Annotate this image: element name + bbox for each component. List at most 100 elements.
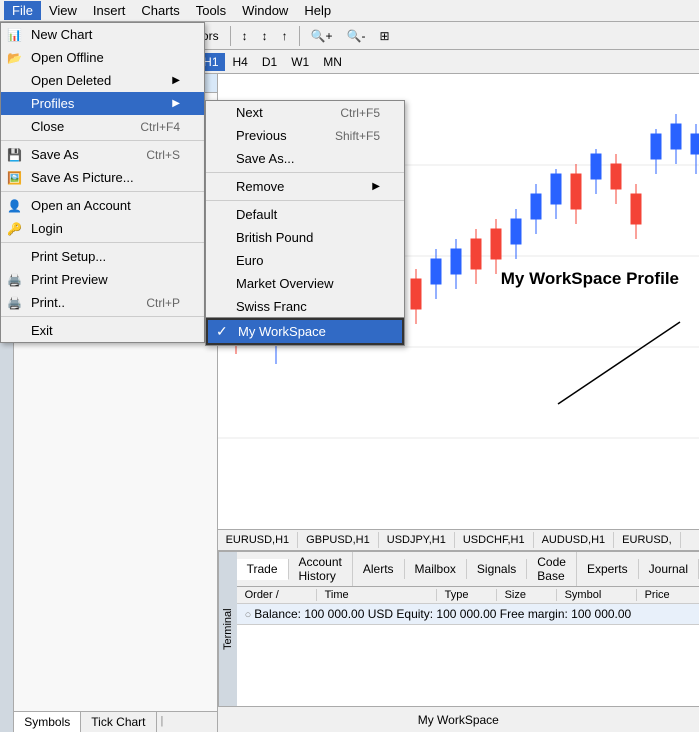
profiles-remove[interactable]: Remove ▶ [206,175,404,198]
terminal-tab-signals[interactable]: Signals [467,559,527,579]
menu-save-as-picture[interactable]: 🖼️ Save As Picture... [1,166,204,189]
open-offline-icon: 📂 [7,51,22,65]
login-icon: 🔑 [7,222,22,236]
col-size: Size [497,589,557,601]
new-chart-icon: 📊 [7,28,22,42]
menu-open-offline[interactable]: 📂 Open Offline [1,46,204,69]
balance-row: ○ Balance: 100 000.00 USD Equity: 100 00… [237,604,699,625]
checkmark-icon: ✓ [216,323,228,340]
col-price: Price [637,589,697,601]
symbol-tab-2[interactable]: USDJPY,H1 [379,532,455,548]
symbol-tab-4[interactable]: AUDUSD,H1 [534,532,615,548]
zoom-out-button[interactable]: 🔍- [342,26,371,46]
toolbar-separator-2 [299,26,300,46]
menu-charts[interactable]: Charts [133,1,187,20]
symbol-tab-3[interactable]: USDCHF,H1 [455,532,534,548]
file-dropdown: 📊 New Chart 📂 Open Offline Open Deleted … [0,22,205,343]
tf-h4[interactable]: H4 [227,53,254,71]
account-icon: 👤 [7,199,22,213]
menu-profiles[interactable]: Profiles ▶ [1,92,204,115]
status-text: My WorkSpace [418,713,499,727]
save-icon: 💾 [7,148,22,162]
file-menu-dropdown: 📊 New Chart 📂 Open Offline Open Deleted … [0,22,205,343]
col-type: Type [437,589,497,601]
profiles-save-as[interactable]: Save As... [206,147,404,170]
menu-new-chart[interactable]: 📊 New Chart [1,23,204,46]
menu-tools[interactable]: Tools [188,1,234,20]
toolbar-btn-2[interactable]: ↕ [257,26,273,46]
profiles-previous[interactable]: Previous Shift+F5 [206,124,404,147]
menu-window[interactable]: Window [234,1,296,20]
profiles-arrow-icon: ▶ [172,98,180,109]
tf-w1[interactable]: W1 [285,53,315,71]
profiles-sep-2 [206,200,404,201]
menu-print-preview[interactable]: 🖨️ Print Preview [1,268,204,291]
separator-1 [1,140,204,141]
profiles-euro[interactable]: Euro [206,249,404,272]
symbol-tab-5[interactable]: EURUSD, [614,532,681,548]
separator-3 [1,242,204,243]
profiles-british-pound[interactable]: British Pound [206,226,404,249]
balance-text: Balance: 100 000.00 USD Equity: 100 000.… [254,607,631,621]
menu-login[interactable]: 🔑 Login [1,217,204,240]
col-symbol: Symbol [557,589,637,601]
terminal-tab-mailbox[interactable]: Mailbox [405,559,467,579]
symbol-tab-0[interactable]: EURUSD,H1 [218,532,299,548]
toolbar-btn-3[interactable]: ↑ [277,26,293,46]
profiles-swiss-franc[interactable]: Swiss Franc [206,295,404,318]
close-shortcut: Ctrl+F4 [140,120,180,134]
remove-arrow-icon: ▶ [372,181,380,192]
toolbar-btn-4[interactable]: ⊞ [375,26,395,46]
zoom-in-button[interactable]: 🔍+ [306,26,338,46]
terminal-tab-alerts[interactable]: Alerts [353,559,405,579]
symbols-tab[interactable]: Symbols [14,712,81,732]
tick-chart-tab[interactable]: Tick Chart [81,712,156,732]
terminal-tab-account[interactable]: Account History [289,552,353,586]
col-time: Time [317,589,437,601]
menu-insert[interactable]: Insert [85,1,134,20]
print-preview-icon: 🖨️ [7,273,22,287]
symbol-tab-1[interactable]: GBPUSD,H1 [298,532,379,548]
prev-shortcut: Shift+F5 [335,129,380,143]
col-order: Order / [237,589,317,601]
menu-file[interactable]: File [4,1,41,20]
profiles-next[interactable]: Next Ctrl+F5 [206,101,404,124]
profiles-my-workspace[interactable]: ✓ My WorkSpace [206,318,404,345]
menu-close[interactable]: Close Ctrl+F4 [1,115,204,138]
menu-exit[interactable]: Exit [1,319,204,342]
print-icon: 🖨️ [7,296,22,310]
toolbar-separator-1 [230,26,231,46]
terminal-content: Trade Account History Alerts Mailbox Sig… [237,552,699,706]
separator-4 [1,316,204,317]
menu-help[interactable]: Help [296,1,339,20]
terminal-table-header: Order / Time Type Size Symbol Price [237,587,699,604]
menu-view[interactable]: View [41,1,85,20]
terminal-tab-journal[interactable]: Journal [639,559,699,579]
profiles-market-overview[interactable]: Market Overview [206,272,404,295]
toolbar-btn-1[interactable]: ↕ [237,26,253,46]
menu-save-as[interactable]: 💾 Save As Ctrl+S [1,143,204,166]
menu-open-deleted[interactable]: Open Deleted ▶ [1,69,204,92]
separator-2 [1,191,204,192]
menu-print-setup[interactable]: Print Setup... [1,245,204,268]
terminal-label[interactable]: Terminal [218,552,237,706]
picture-icon: 🖼️ [7,171,22,185]
profiles-submenu: Next Ctrl+F5 Previous Shift+F5 Save As..… [205,100,405,346]
terminal-tab-trade[interactable]: Trade [237,559,289,580]
terminal-tab-codebase[interactable]: Code Base [527,552,577,586]
terminal-tabs: Trade Account History Alerts Mailbox Sig… [237,552,699,587]
arrow-icon: ▶ [172,75,180,86]
symbol-tabs-bar: EURUSD,H1 GBPUSD,H1 USDJPY,H1 USDCHF,H1 … [218,529,699,551]
terminal-tab-experts[interactable]: Experts [577,559,639,579]
print-shortcut: Ctrl+P [146,296,180,310]
next-shortcut: Ctrl+F5 [340,106,380,120]
tf-mn[interactable]: MN [317,53,348,71]
profiles-sep-1 [206,172,404,173]
menu-bar: File View Insert Charts Tools Window Hel… [0,0,699,22]
tf-d1[interactable]: D1 [256,53,283,71]
save-shortcut: Ctrl+S [146,148,180,162]
menu-print[interactable]: 🖨️ Print.. Ctrl+P [1,291,204,314]
profiles-default[interactable]: Default [206,203,404,226]
left-panel-tabs: Symbols Tick Chart | [14,711,216,732]
menu-open-account[interactable]: 👤 Open an Account [1,194,204,217]
